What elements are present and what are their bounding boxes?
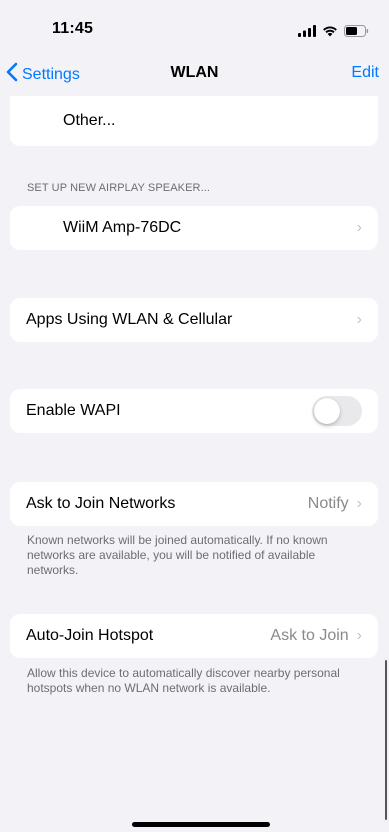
toggle-knob [314,398,340,424]
status-icons [298,24,369,42]
apps-using-label: Apps Using WLAN & Cellular [26,311,233,328]
other-network-row[interactable]: Other... [10,96,378,146]
home-indicator[interactable] [132,822,270,827]
airplay-device-row[interactable]: WiiM Amp-76DC › [10,206,378,250]
apps-using-card: Apps Using WLAN & Cellular › [10,298,378,342]
auto-join-hotspot-value: Ask to Join [270,627,349,644]
auto-join-hotspot-footer: Allow this device to automatically disco… [27,666,340,695]
ask-to-join-card: Ask to Join Networks Notify › [10,482,378,526]
ask-to-join-label: Ask to Join Networks [26,495,176,512]
airplay-device-label: WiiM Amp-76DC [63,219,182,236]
auto-join-hotspot-label: Auto-Join Hotspot [26,627,154,644]
other-network-label: Other... [63,112,116,129]
wapi-card: Enable WAPI [10,389,378,433]
chevron-right-icon: › [356,495,362,512]
chevron-right-icon: › [356,627,362,644]
page-title: WLAN [170,64,219,81]
ask-to-join-footer: Known networks will be joined automatica… [27,533,328,577]
wapi-toggle[interactable] [312,396,362,426]
wapi-row: Enable WAPI [10,389,378,433]
scroll-indicator[interactable] [385,660,387,820]
status-bar: 11:45 [0,0,389,52]
auto-join-hotspot-row[interactable]: Auto-Join Hotspot Ask to Join › [10,614,378,658]
wapi-label: Enable WAPI [26,402,121,419]
battery-icon [344,24,369,42]
airplay-card: WiiM Amp-76DC › [10,206,378,250]
apps-using-row[interactable]: Apps Using WLAN & Cellular › [10,298,378,342]
other-network-card: Other... [10,96,378,146]
auto-join-hotspot-card: Auto-Join Hotspot Ask to Join › [10,614,378,658]
chevron-right-icon: › [356,311,362,328]
cellular-signal-icon [298,24,316,42]
airplay-section-header: SET UP NEW AIRPLAY SPEAKER... [27,182,211,194]
ask-to-join-row[interactable]: Ask to Join Networks Notify › [10,482,378,526]
ask-to-join-value: Notify [307,495,349,512]
chevron-right-icon: › [356,219,362,236]
wifi-icon [322,24,338,42]
edit-button[interactable]: Edit [351,64,379,82]
status-time: 11:45 [52,20,94,37]
navigation-bar: Settings WLAN Edit [0,52,389,96]
